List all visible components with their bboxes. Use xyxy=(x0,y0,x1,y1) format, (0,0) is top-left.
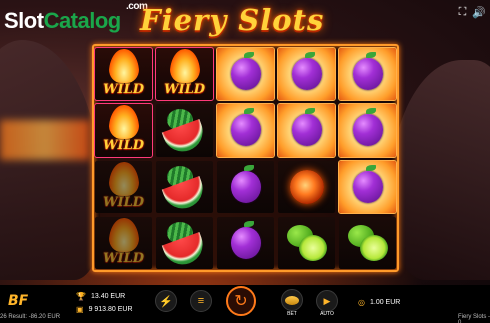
symbol-plum xyxy=(277,46,336,102)
fireball-icon xyxy=(289,169,324,204)
plum-icon xyxy=(230,164,261,203)
wild-label: WILD xyxy=(102,82,145,98)
autoplay-button[interactable]: ▶ xyxy=(316,290,338,312)
wild-icon: WILD xyxy=(99,217,149,268)
balance-stat: ▣ 9 913.80 EUR xyxy=(76,305,133,314)
rock-left xyxy=(0,40,100,280)
bet-button[interactable] xyxy=(281,289,303,311)
fullscreen-icon[interactable]: ⛶ xyxy=(459,6,467,19)
footer-result: 26 Result: -86.20 EUR xyxy=(0,314,61,320)
plum-icon xyxy=(352,52,383,91)
symbol-lime xyxy=(339,216,396,269)
wild-icon: WILD xyxy=(99,49,149,99)
bf-games-logo: BF xyxy=(8,293,29,309)
symbol-watermelon xyxy=(156,216,213,269)
lime-icon xyxy=(346,223,390,263)
play-icon: ▶ xyxy=(323,295,331,306)
wild-label: WILD xyxy=(102,138,145,154)
plum-icon xyxy=(291,108,322,147)
symbol-plum xyxy=(338,159,397,214)
spin-button[interactable]: ↻ xyxy=(226,286,256,316)
symbol-watermelon xyxy=(156,104,213,157)
plum-icon xyxy=(230,52,261,91)
wild-label: WILD xyxy=(102,194,145,210)
symbol-plum xyxy=(277,103,336,158)
lava-glow xyxy=(0,120,90,160)
menu-button[interactable]: ≡ xyxy=(190,290,212,312)
plum-icon xyxy=(352,164,383,203)
coins-icon: ◎ xyxy=(358,298,365,307)
bet-stat: ◎ 1.00 EUR xyxy=(358,298,400,307)
spin-icon: ↻ xyxy=(234,293,248,310)
rock-right xyxy=(390,60,490,280)
footer-game-name: Fiery Slots - 0 xyxy=(458,314,490,323)
symbol-watermelon xyxy=(156,160,213,213)
watermelon-icon xyxy=(161,220,209,269)
win-stat: 🏆 13.40 EUR xyxy=(76,292,125,301)
wild-icon: WILD xyxy=(99,161,149,212)
win-value: 13.40 EUR xyxy=(90,293,126,300)
slotcatalog-logo: SlotCatalog .com xyxy=(4,1,148,33)
chip-icon xyxy=(285,295,299,305)
symbol-plum xyxy=(217,216,274,269)
bet-label: BET xyxy=(287,311,297,317)
plum-icon xyxy=(230,220,261,259)
watermelon-icon xyxy=(161,164,209,213)
reels-grid: WILD WILD WILD WILD WILD xyxy=(94,46,397,269)
symbol-plum xyxy=(338,46,397,102)
wallet-icon: ▣ xyxy=(76,305,84,314)
sound-icon[interactable]: 🔊 xyxy=(472,6,486,19)
wild-icon: WILD xyxy=(99,105,149,155)
plum-icon xyxy=(352,108,383,147)
turbo-button[interactable]: ⚡ xyxy=(155,290,177,312)
symbol-wild: WILD xyxy=(94,103,153,158)
plum-icon xyxy=(291,52,322,91)
bet-value: 1.00 EUR xyxy=(369,299,401,306)
auto-label: AUTO xyxy=(320,311,334,317)
symbol-plum xyxy=(217,160,274,213)
top-icons: ⛶ 🔊 xyxy=(459,6,486,19)
symbol-plum xyxy=(216,46,275,102)
symbol-lime xyxy=(278,216,335,269)
symbol-wild: WILD xyxy=(95,160,152,213)
lime-icon xyxy=(285,223,329,263)
trophy-icon: 🏆 xyxy=(76,292,86,301)
plum-icon xyxy=(230,108,261,147)
wild-label: WILD xyxy=(163,82,206,98)
symbol-plum xyxy=(338,103,397,158)
symbol-plum xyxy=(216,103,275,158)
wild-icon: WILD xyxy=(160,49,210,99)
wild-label: WILD xyxy=(102,250,145,266)
symbol-wild: WILD xyxy=(155,46,214,102)
watermelon-icon xyxy=(161,107,209,157)
menu-icon: ≡ xyxy=(197,295,205,307)
balance-value: 9 913.80 EUR xyxy=(88,306,133,313)
symbol-fireball xyxy=(278,160,335,213)
symbol-wild: WILD xyxy=(94,46,153,102)
lightning-icon: ⚡ xyxy=(159,295,173,308)
symbol-wild: WILD xyxy=(95,216,152,269)
game-title: Fiery Slots xyxy=(140,3,325,37)
